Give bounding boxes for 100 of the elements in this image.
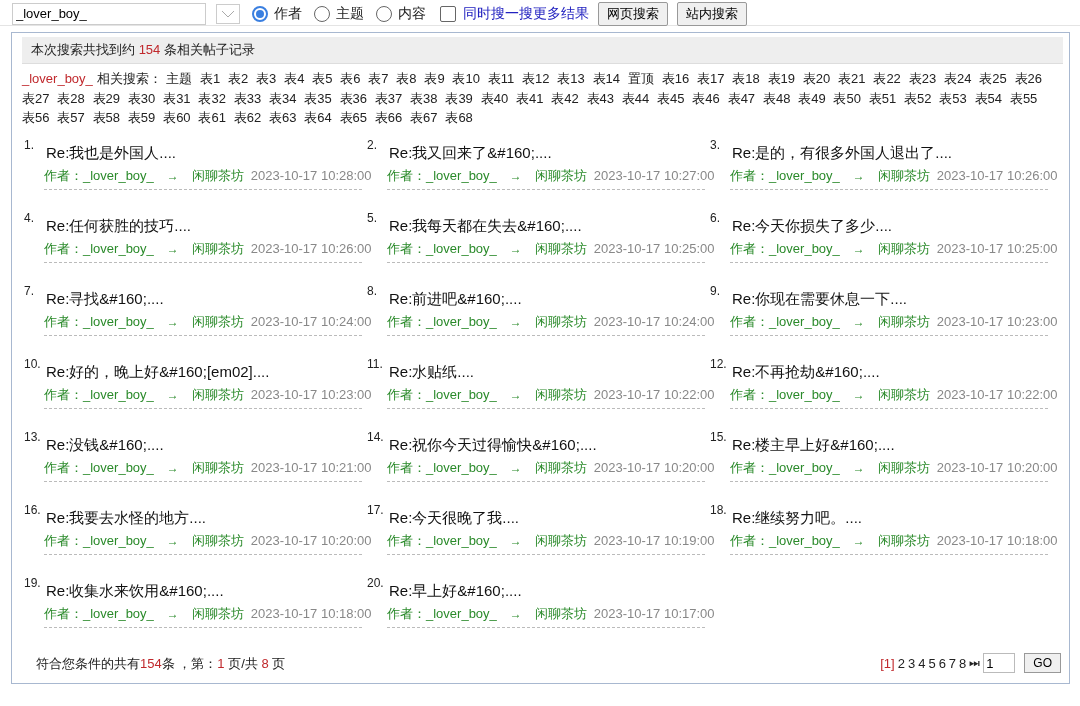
forum-link[interactable]: 闲聊茶坊 (534, 312, 587, 331)
more-results-link[interactable]: 同时搜一搜更多结果 (463, 4, 589, 23)
related-tag-link[interactable]: 表23 (908, 71, 937, 86)
go-button[interactable]: GO (1024, 653, 1061, 673)
forum-link[interactable]: 闲聊茶坊 (877, 239, 930, 258)
post-title-link[interactable]: Re:今天你损失了多少.... (732, 216, 892, 234)
related-tag-link[interactable]: 表47 (727, 90, 756, 106)
post-title-link[interactable]: Re:我又回来了&#160;.... (389, 143, 552, 161)
post-title-link[interactable]: Re:我也是外国人.... (46, 143, 176, 161)
related-tag-link[interactable]: 表5 (312, 71, 333, 86)
page-link[interactable]: 8 (959, 655, 967, 671)
related-tag-link[interactable]: 表18 (732, 71, 760, 86)
related-tag-link[interactable]: 表39 (445, 90, 473, 106)
related-tag-link[interactable]: 置顶 (627, 71, 654, 86)
author-link[interactable]: 作者：_lover_boy_ (730, 531, 840, 550)
related-tag-link[interactable]: 表51 (868, 90, 897, 106)
forum-link[interactable]: 闲聊茶坊 (191, 312, 244, 331)
related-tag-link[interactable]: 表38 (410, 90, 438, 106)
related-tag-link[interactable]: 表3 (256, 71, 277, 86)
related-tag-link[interactable]: 表14 (592, 71, 621, 86)
related-tag-link[interactable]: 表17 (696, 71, 725, 86)
related-tag-link[interactable]: 表13 (557, 71, 585, 86)
related-tag-link[interactable]: 表48 (762, 90, 791, 106)
related-tag-link[interactable]: 表29 (92, 90, 121, 106)
forum-link[interactable]: 闲聊茶坊 (877, 385, 930, 404)
author-link[interactable]: 作者：_lover_boy_ (44, 239, 154, 258)
post-title-link[interactable]: Re:祝你今天过得愉快&#160;.... (389, 435, 597, 453)
author-link[interactable]: 作者：_lover_boy_ (44, 458, 154, 477)
keyword-link[interactable]: _lover_boy_ (22, 71, 93, 86)
forum-link[interactable]: 闲聊茶坊 (191, 604, 244, 623)
forum-link[interactable]: 闲聊茶坊 (877, 531, 930, 550)
related-tag-link[interactable]: 表53 (939, 90, 967, 106)
checkbox[interactable] (440, 5, 456, 22)
post-title-link[interactable]: Re:继续努力吧。.... (732, 508, 862, 526)
forum-link[interactable]: 闲聊茶坊 (534, 166, 587, 185)
related-tag-link[interactable]: 表25 (979, 71, 1007, 86)
forum-link[interactable]: 闲聊茶坊 (534, 604, 587, 623)
related-tag-link[interactable]: 表1 (200, 71, 221, 86)
author-link[interactable]: 作者：_lover_boy_ (730, 385, 840, 404)
forum-link[interactable]: 闲聊茶坊 (191, 239, 244, 258)
related-tag-link[interactable]: 表32 (198, 90, 226, 106)
post-title-link[interactable]: Re:楼主早上好&#160;.... (732, 435, 895, 453)
search-field[interactable]: _lover_boy_ (12, 2, 206, 25)
related-tag-link[interactable]: 表59 (127, 110, 156, 125)
related-tag-link[interactable]: 表12 (522, 71, 550, 86)
page-link[interactable]: 3 (907, 655, 916, 671)
related-tag-link[interactable]: 表67 (410, 110, 438, 125)
related-tag-link[interactable]: 表46 (692, 90, 720, 106)
author-link[interactable]: 作者：_lover_boy_ (44, 166, 154, 185)
post-title-link[interactable]: Re:是的，有很多外国人退出了.... (732, 143, 952, 161)
forum-link[interactable]: 闲聊茶坊 (877, 458, 930, 477)
forum-link[interactable]: 闲聊茶坊 (534, 458, 587, 477)
related-tag-link[interactable]: 表24 (943, 71, 972, 86)
related-tag-link[interactable]: 表7 (368, 71, 389, 86)
page-link[interactable]: 2 (897, 655, 905, 671)
related-tag-link[interactable]: 表4 (284, 71, 305, 86)
author-link[interactable]: 作者：_lover_boy_ (730, 458, 840, 477)
page-link[interactable]: 5 (928, 655, 936, 671)
related-tag-link[interactable]: 表2 (228, 71, 249, 86)
post-title-link[interactable]: Re:你现在需要休息一下.... (732, 289, 907, 307)
related-tag-link[interactable]: 表35 (304, 90, 332, 106)
related-tag-link[interactable]: 表60 (163, 110, 191, 125)
author-link[interactable]: 作者：_lover_boy_ (730, 312, 840, 331)
related-tag-link[interactable]: 表68 (445, 110, 473, 125)
post-title-link[interactable]: Re:我要去水怪的地方.... (46, 508, 206, 526)
author-link[interactable]: 作者：_lover_boy_ (44, 604, 154, 623)
related-tag-link[interactable]: 表44 (621, 90, 650, 106)
related-tag-link[interactable]: 表63 (268, 110, 297, 125)
author-link[interactable]: 作者：_lover_boy_ (387, 239, 497, 258)
related-tag-link[interactable]: 表42 (551, 90, 579, 106)
related-tag-link[interactable]: 表57 (57, 110, 85, 125)
post-title-link[interactable]: Re:前进吧&#160;.... (389, 289, 522, 307)
author-link[interactable]: 作者：_lover_boy_ (387, 312, 497, 331)
related-tag-link[interactable]: 表33 (233, 90, 262, 106)
post-title-link[interactable]: Re:没钱&#160;.... (46, 435, 164, 453)
related-tag-link[interactable]: 表30 (127, 90, 156, 106)
related-tag-link[interactable]: 表66 (374, 110, 403, 125)
page-link[interactable]: 4 (918, 655, 926, 671)
radio-button[interactable] (252, 5, 268, 22)
forum-link[interactable]: 闲聊茶坊 (877, 312, 930, 331)
related-tag-link[interactable]: 主题 (166, 71, 193, 86)
related-tag-link[interactable]: 表36 (339, 90, 367, 106)
related-tag-link[interactable]: 表56 (22, 110, 50, 125)
related-tag-link[interactable]: 表43 (586, 90, 614, 106)
related-tag-link[interactable]: 表9 (424, 71, 445, 86)
forum-link[interactable]: 闲聊茶坊 (877, 166, 930, 185)
search-button[interactable]: 网页搜索 (598, 1, 668, 26)
page-link[interactable]: 6 (938, 655, 946, 671)
related-tag-link[interactable]: 表54 (974, 90, 1003, 106)
author-link[interactable]: 作者：_lover_boy_ (44, 531, 154, 550)
related-tag-link[interactable]: 表55 (1009, 90, 1038, 106)
related-tag-link[interactable]: 表40 (480, 90, 509, 106)
post-title-link[interactable]: Re:好的，晚上好&#160;[em02].... (46, 362, 270, 380)
search-button[interactable]: 站内搜索 (677, 1, 747, 26)
related-tag-link[interactable]: 表37 (374, 90, 403, 106)
related-tag-link[interactable]: 表16 (661, 71, 690, 86)
author-link[interactable]: 作者：_lover_boy_ (387, 385, 497, 404)
post-title-link[interactable]: Re:寻找&#160;.... (46, 289, 164, 307)
post-title-link[interactable]: Re:我每天都在失去&#160;.... (389, 216, 582, 234)
related-tag-link[interactable]: 表64 (304, 110, 332, 125)
